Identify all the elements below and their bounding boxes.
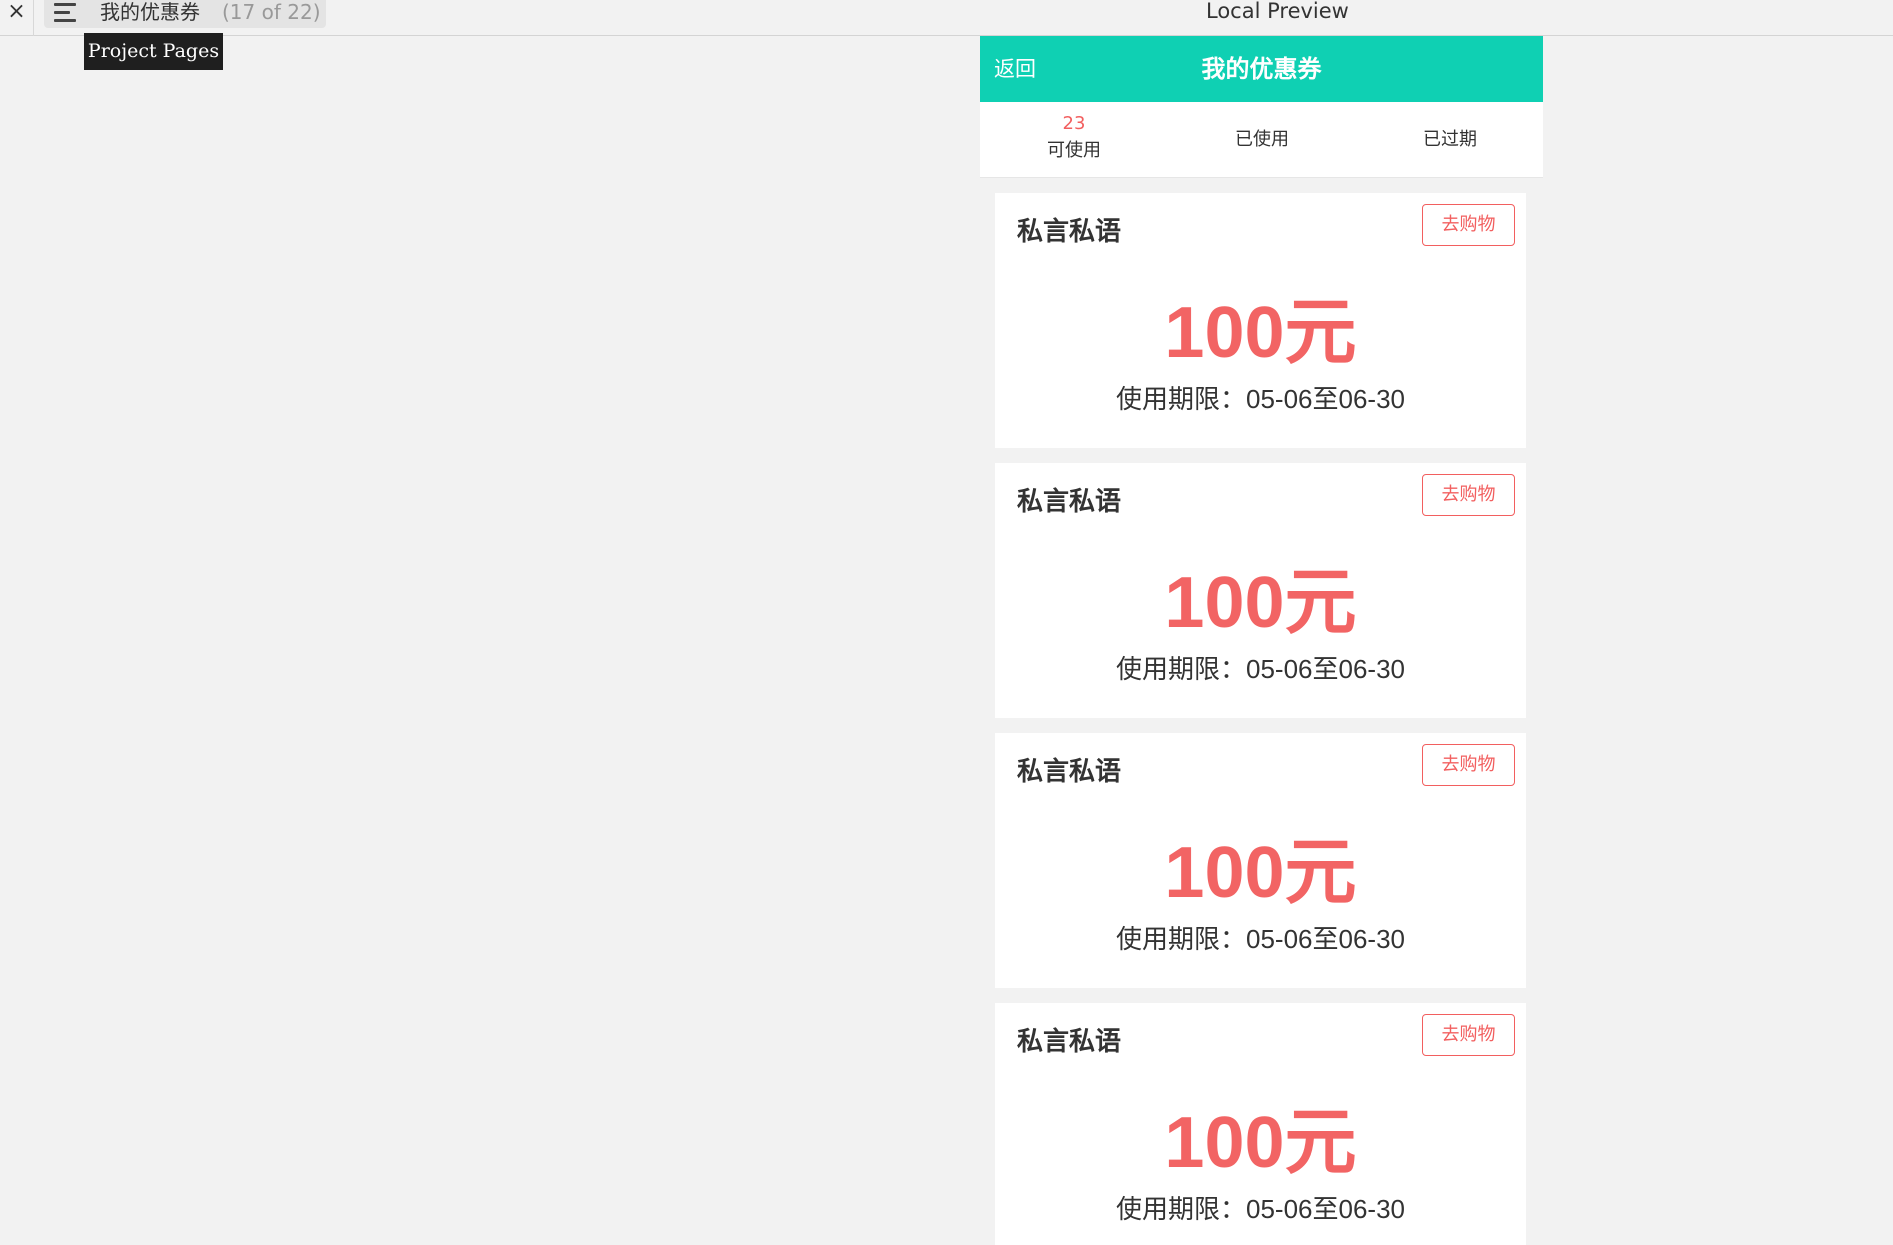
- current-page-name: 我的优惠券: [100, 0, 200, 24]
- tab-expired[interactable]: 已过期: [1356, 102, 1543, 178]
- go-shopping-button[interactable]: 去购物: [1422, 474, 1515, 516]
- coupon-name: 私言私语: [1017, 217, 1122, 247]
- tab-available-count: 23: [1062, 113, 1086, 134]
- coupon-card: 私言私语 去购物 100元 使用期限：05-06至06-30: [995, 463, 1526, 718]
- coupon-card: 私言私语 去购物 100元 使用期限：05-06至06-30: [995, 733, 1526, 988]
- app-header: 返回 我的优惠券: [980, 36, 1543, 102]
- coupon-amount: 100元: [1164, 1103, 1357, 1183]
- go-shopping-button[interactable]: 去购物: [1422, 1014, 1515, 1056]
- coupon-name: 私言私语: [1017, 1027, 1122, 1057]
- coupon-validity: 使用期限：05-06至06-30: [1116, 654, 1405, 684]
- coupon-amount: 100元: [1164, 833, 1357, 913]
- coupon-validity: 使用期限：05-06至06-30: [1116, 384, 1405, 414]
- coupon-card: 私言私语 去购物 100元 使用期限：05-06至06-30: [995, 1003, 1526, 1245]
- coupon-name: 私言私语: [1017, 757, 1122, 787]
- tab-available[interactable]: 23 可使用: [980, 102, 1168, 178]
- tab-expired-label: 已过期: [1423, 129, 1477, 150]
- tab-available-label: 可使用: [1047, 140, 1101, 161]
- tab-used[interactable]: 已使用: [1168, 102, 1356, 178]
- project-pages-button[interactable]: 我的优惠券 (17 of 22): [44, 0, 326, 28]
- app-screen: 返回 我的优惠券 23 可使用 已使用 已过期 私言私语 去购物 100元 使用…: [980, 36, 1543, 1245]
- coupon-validity: 使用期限：05-06至06-30: [1116, 924, 1405, 954]
- go-shopping-button[interactable]: 去购物: [1422, 204, 1515, 246]
- go-shopping-button[interactable]: 去购物: [1422, 744, 1515, 786]
- preview-toolbar: × 我的优惠券 (17 of 22) Local Preview: [0, 0, 1893, 36]
- tab-used-label: 已使用: [1235, 129, 1289, 150]
- coupon-name: 私言私语: [1017, 487, 1122, 517]
- coupon-validity: 使用期限：05-06至06-30: [1116, 1194, 1405, 1224]
- page-title: 我的优惠券: [1201, 55, 1322, 83]
- coupon-tabs: 23 可使用 已使用 已过期: [980, 102, 1543, 178]
- coupon-amount: 100元: [1164, 563, 1357, 643]
- project-pages-tooltip: Project Pages: [84, 33, 223, 70]
- close-icon[interactable]: ×: [0, 0, 34, 36]
- page-counter: (17 of 22): [222, 0, 321, 24]
- preview-title: Local Preview: [1206, 0, 1349, 23]
- coupon-amount: 100元: [1164, 293, 1357, 373]
- menu-icon: [54, 3, 80, 23]
- coupon-card: 私言私语 去购物 100元 使用期限：05-06至06-30: [995, 193, 1526, 448]
